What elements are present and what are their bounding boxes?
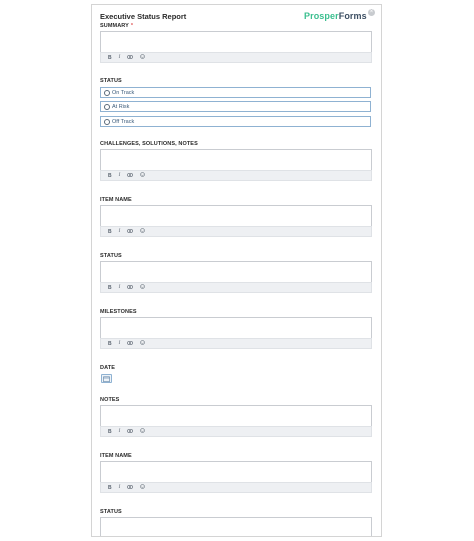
bold-button[interactable]: B: [108, 173, 112, 179]
bold-button[interactable]: B: [108, 229, 112, 235]
item-name-toolbar: B I: [100, 226, 372, 237]
close-icon[interactable]: ×: [368, 9, 375, 16]
status-option-off-track[interactable]: Off Track: [100, 116, 371, 127]
emoji-icon[interactable]: [140, 54, 146, 61]
emoji-icon[interactable]: [140, 340, 146, 347]
link-icon[interactable]: [127, 428, 134, 435]
date-picker-button[interactable]: [101, 374, 112, 383]
form-title: Executive Status Report: [100, 12, 187, 21]
link-icon[interactable]: [127, 54, 134, 61]
notes-toolbar: B I: [100, 426, 372, 437]
item-name-2-toolbar: B I: [100, 482, 372, 493]
status-option-label: On Track: [112, 89, 135, 96]
status-option-on-track[interactable]: On Track: [100, 87, 371, 98]
emoji-icon[interactable]: [140, 172, 146, 179]
brand-logo: ProsperForms: [304, 11, 367, 21]
radio-icon: [104, 103, 110, 110]
emoji-icon[interactable]: [140, 228, 146, 235]
link-icon[interactable]: [127, 172, 134, 179]
italic-button[interactable]: I: [119, 55, 121, 61]
italic-button[interactable]: I: [119, 341, 121, 347]
brand-logo-part2: Forms: [338, 11, 367, 21]
summary-label-text: SUMMARY: [100, 23, 129, 29]
bold-button[interactable]: B: [108, 485, 112, 491]
challenges-toolbar: B I: [100, 170, 372, 181]
radio-icon: [104, 89, 110, 96]
emoji-icon[interactable]: [140, 428, 146, 435]
summary-label: SUMMARY *: [100, 23, 133, 29]
calendar-icon: [103, 376, 110, 382]
status-option-label: Off Track: [112, 118, 135, 125]
item-name-field[interactable]: [100, 205, 372, 226]
italic-button[interactable]: I: [119, 173, 121, 179]
summary-toolbar: B I: [100, 52, 372, 63]
item-name-label: ITEM NAME: [100, 197, 132, 203]
italic-button[interactable]: I: [119, 485, 121, 491]
milestones-field[interactable]: [100, 317, 372, 338]
status-text-2-field[interactable]: [100, 517, 372, 536]
status-text-label: STATUS: [100, 253, 122, 259]
status-text-field[interactable]: [100, 261, 372, 282]
link-icon[interactable]: [127, 340, 134, 347]
milestones-label: MILESTONES: [100, 309, 137, 315]
link-icon[interactable]: [127, 284, 134, 291]
brand-logo-part1: Prosper: [304, 11, 339, 21]
date-label: DATE: [100, 365, 115, 371]
emoji-icon[interactable]: [140, 284, 146, 291]
bold-button[interactable]: B: [108, 55, 112, 61]
link-icon[interactable]: [127, 484, 134, 491]
italic-button[interactable]: I: [119, 429, 121, 435]
bold-button[interactable]: B: [108, 341, 112, 347]
challenges-field[interactable]: [100, 149, 372, 170]
notes-label: NOTES: [100, 397, 120, 403]
challenges-label: CHALLENGES, SOLUTIONS, NOTES: [100, 141, 198, 147]
form-card: Executive Status Report ProsperForms × S…: [91, 4, 382, 537]
summary-field[interactable]: [100, 31, 372, 52]
italic-button[interactable]: I: [119, 229, 121, 235]
link-icon[interactable]: [127, 228, 134, 235]
bold-button[interactable]: B: [108, 429, 112, 435]
radio-icon: [104, 118, 110, 125]
emoji-icon[interactable]: [140, 484, 146, 491]
milestones-toolbar: B I: [100, 338, 372, 349]
status-option-label: At Risk: [112, 103, 130, 110]
italic-button[interactable]: I: [119, 285, 121, 291]
status-text-2-label: STATUS: [100, 509, 122, 515]
required-mark: *: [130, 23, 134, 29]
bold-button[interactable]: B: [108, 285, 112, 291]
item-name-2-field[interactable]: [100, 461, 372, 482]
status-option-at-risk[interactable]: At Risk: [100, 101, 371, 112]
status-label: STATUS: [100, 78, 122, 84]
status-text-toolbar: B I: [100, 282, 372, 293]
item-name-2-label: ITEM NAME: [100, 453, 132, 459]
notes-field[interactable]: [100, 405, 372, 426]
